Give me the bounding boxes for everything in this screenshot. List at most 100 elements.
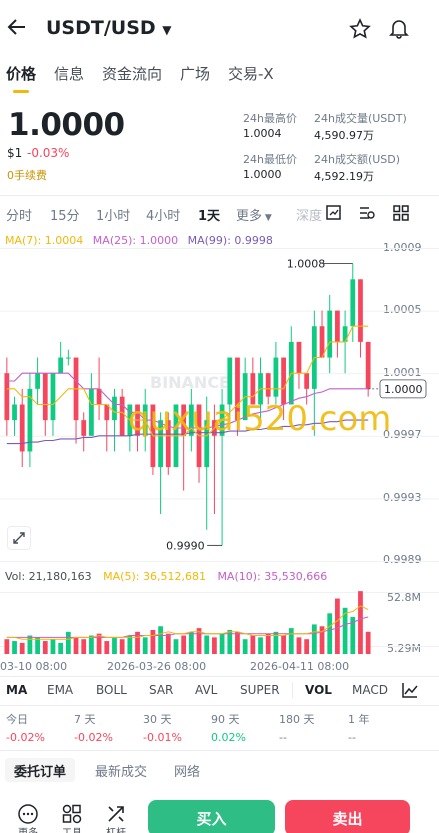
volume-bar [65, 631, 71, 654]
x-tick: 03-10 08:00 [0, 660, 68, 673]
vol-value: 4,590.97万 [314, 129, 374, 142]
candle-body [89, 388, 94, 436]
tab-price[interactable]: 价格 [6, 63, 36, 84]
interval-4h[interactable]: 4小时 [146, 205, 180, 224]
ma-legend: MA(7): 1.0004 MA(25): 1.0000 MA(99): 0.9… [5, 234, 273, 247]
candle-body [119, 396, 125, 436]
volume-bar [12, 641, 17, 654]
ma25-value: MA(25): 1.0000 [92, 234, 179, 247]
candle-body [42, 373, 48, 421]
tab-network[interactable]: 网络 [174, 761, 200, 780]
period-label: 7 天 [74, 713, 96, 726]
interval-more-label: 更多 [236, 209, 263, 224]
tab-info[interactable]: 信息 [54, 63, 84, 84]
high-value: 1.0004 [243, 127, 282, 140]
volume-bar [158, 626, 163, 654]
candle-body [281, 357, 286, 405]
volume-bar [204, 635, 210, 654]
bell-icon[interactable] [388, 17, 410, 43]
volume-bar [335, 598, 340, 654]
period-change: -0.02% [6, 731, 45, 744]
zero-fee-badge[interactable]: 0手续费 [7, 167, 47, 183]
volume-bar [365, 631, 371, 654]
vol-ma5: MA(5): 36,512,681 [103, 570, 206, 583]
indicator-ema[interactable]: EMA [47, 683, 73, 697]
candle-body [265, 373, 271, 397]
indicator-boll[interactable]: BOLL [96, 683, 127, 697]
x-tick: 2026-03-26 08:00 [107, 660, 207, 673]
volume-bar [104, 641, 110, 654]
tab-fund-flow[interactable]: 资金流向 [102, 63, 162, 84]
vol-current: Vol: 21,180,163 [5, 570, 92, 583]
indicator-macd[interactable]: MACD [352, 683, 388, 697]
candle-body [50, 373, 56, 421]
high-label: 24h最高价 [243, 112, 297, 125]
ma7-value: MA(7): 1.0004 [5, 234, 84, 247]
price-change: -0.03% [27, 146, 70, 160]
divider [0, 676, 439, 677]
interval-more[interactable]: 更多 ▼ [236, 205, 272, 224]
interval-15m[interactable]: 15分 [50, 205, 80, 224]
candle-body [58, 357, 64, 374]
low-value: 1.0000 [243, 168, 282, 181]
volume-bar [358, 591, 363, 654]
candle-body [227, 357, 233, 405]
volume-bar [35, 637, 40, 654]
volume-bar [119, 639, 125, 654]
candlestick-chart[interactable]: BINANCE 1.0008 0.9990 1.0000 quxuai520.com [0, 248, 439, 566]
sell-button[interactable]: 卖出 [285, 800, 410, 833]
expand-icon[interactable] [7, 526, 31, 550]
ma99-value: MA(99): 0.9998 [187, 234, 273, 247]
volume-bar [50, 639, 56, 654]
volume-bar [258, 637, 263, 654]
volume-bar [73, 637, 79, 654]
grid-layout-icon[interactable] [393, 205, 409, 225]
volume-bar [19, 642, 25, 654]
pair-title[interactable]: USDT/USD ▼ [46, 17, 172, 39]
chart-settings-icon[interactable] [358, 204, 376, 225]
candle-body [335, 310, 340, 342]
interval-1h[interactable]: 1小时 [96, 205, 130, 224]
vol-ma10: MA(10): 35,530,666 [217, 570, 328, 583]
indicator-settings-icon[interactable] [401, 681, 419, 703]
volume-bar [235, 631, 240, 654]
back-icon[interactable] [6, 16, 28, 38]
tools-label: 工具 [57, 824, 87, 833]
interval-1d[interactable]: 1天 [198, 205, 220, 224]
period-label: 90 天 [211, 713, 240, 726]
indicator-super[interactable]: SUPER [240, 683, 280, 697]
x-tick: 2026-04-11 08:00 [250, 660, 350, 673]
main-tabs: 价格 信息 资金流向 广场 交易-X [0, 63, 439, 93]
more-label: 更多 [13, 824, 43, 833]
tab-orders[interactable]: 委托订单 [14, 761, 66, 780]
indicator-ma[interactable]: MA [6, 683, 27, 697]
volume-bar [327, 613, 333, 654]
period-label: 30 天 [143, 713, 172, 726]
volume-bar [311, 624, 317, 654]
tab-trade-x[interactable]: 交易-X [228, 63, 274, 84]
pair-title-text: USDT/USD [46, 17, 156, 39]
indicator-sar[interactable]: SAR [149, 683, 173, 697]
vol-legend: Vol: 21,180,163 MA(5): 36,512,681 MA(10)… [5, 570, 327, 583]
tab-latest-trades[interactable]: 最新成交 [95, 761, 147, 780]
indicator-avl[interactable]: AVL [195, 683, 217, 697]
volume-bar [281, 635, 286, 654]
candle-body [327, 310, 333, 358]
tab-square[interactable]: 广场 [180, 63, 210, 84]
candle-body [35, 373, 40, 389]
candle-body [81, 420, 87, 436]
volume-bar [165, 633, 171, 654]
buy-button[interactable]: 买入 [148, 800, 275, 833]
last-price-label: 1.0000 [384, 383, 423, 396]
interval-line[interactable]: 分时 [6, 205, 32, 224]
divider [0, 195, 439, 196]
star-icon[interactable] [349, 18, 371, 44]
candle-body [112, 396, 117, 421]
volume-bar [96, 633, 102, 654]
candle-body [358, 279, 363, 342]
interval-depth[interactable]: 深度 [296, 205, 322, 224]
indicator-vol[interactable]: VOL [305, 683, 332, 697]
fullscreen-chart-icon[interactable] [325, 204, 342, 225]
period-change: -- [348, 731, 356, 744]
overlay-watermark-text: quxuai520.com [128, 399, 391, 439]
